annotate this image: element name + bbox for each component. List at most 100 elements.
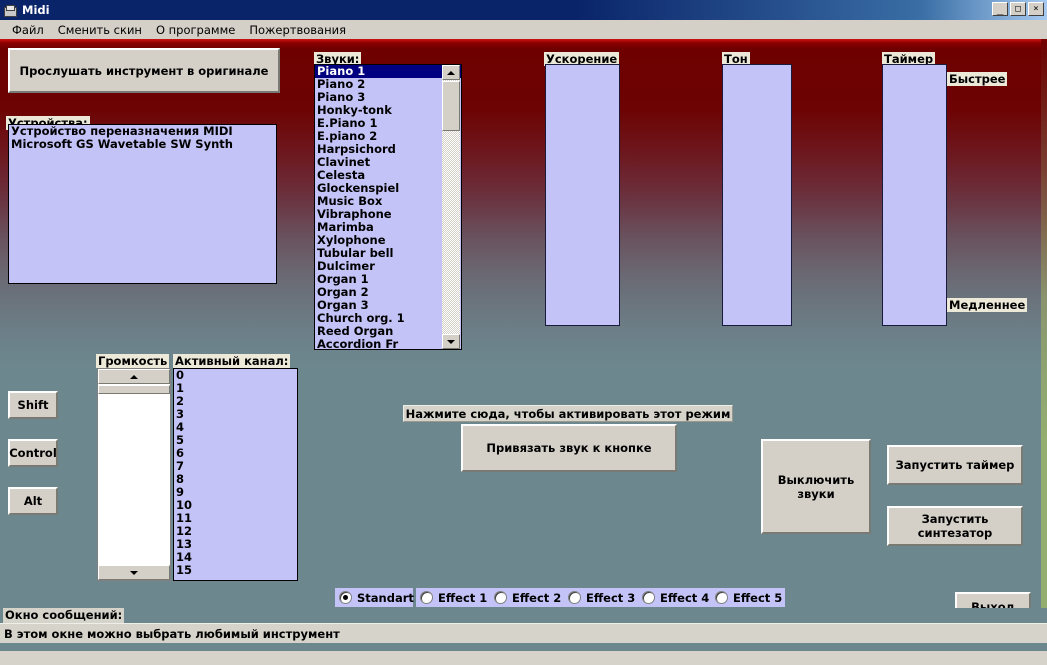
minimize-button[interactable]: _ xyxy=(992,2,1008,16)
mute-sounds-button[interactable]: Выключить звуки xyxy=(761,439,871,534)
list-item[interactable]: Xylophone xyxy=(315,234,461,247)
list-item[interactable]: Marimba xyxy=(315,221,461,234)
devices-listbox[interactable]: Устройство переназначения MIDI Microsoft… xyxy=(8,124,277,284)
channels-listbox[interactable]: 0 1 2 3 4 5 6 7 8 9 10 11 12 13 14 15 xyxy=(173,368,298,581)
list-item[interactable]: Organ 1 xyxy=(315,273,461,286)
list-item[interactable]: 1 xyxy=(174,382,297,395)
tone-slider[interactable] xyxy=(722,64,792,326)
radio-label: Effect 2 xyxy=(512,590,562,605)
radio-dot-icon xyxy=(642,591,655,604)
start-synth-button[interactable]: Запустить синтезатор xyxy=(887,506,1023,546)
preview-original-button[interactable]: Прослушать инструмент в оригинале xyxy=(8,48,280,93)
list-item[interactable]: 6 xyxy=(174,447,297,460)
list-item[interactable]: Church org. 1 xyxy=(315,312,461,325)
list-item-sound-selected[interactable]: Piano 1 xyxy=(315,65,461,78)
menu-item-donations[interactable]: Пожертвования xyxy=(242,21,353,39)
radio-effect-3[interactable]: Effect 3 xyxy=(564,588,638,607)
list-item[interactable]: Clavinet xyxy=(315,156,461,169)
volume-up-button[interactable] xyxy=(98,369,170,384)
triangle-up-icon xyxy=(130,374,138,379)
list-item[interactable]: Reed Organ xyxy=(315,325,461,338)
list-item[interactable]: Celesta xyxy=(315,169,461,182)
list-item[interactable]: 5 xyxy=(174,434,297,447)
close-icon: × xyxy=(1033,3,1039,14)
timer-faster-label: Быстрее xyxy=(947,72,1008,86)
volume-down-button[interactable] xyxy=(98,565,170,580)
alt-button[interactable]: Alt xyxy=(8,487,58,515)
menu-item-file[interactable]: Файл xyxy=(5,21,51,39)
radio-effect-1[interactable]: Effect 1 xyxy=(416,588,490,607)
volume-caption: Громкость xyxy=(96,354,170,368)
volume-thumb[interactable] xyxy=(98,385,170,394)
list-item[interactable]: Piano 3 xyxy=(315,91,461,104)
app-icon xyxy=(3,4,18,17)
channels-caption: Активный канал: xyxy=(173,354,291,368)
list-item[interactable]: Organ 3 xyxy=(315,299,461,312)
list-item[interactable]: Tubular bell xyxy=(315,247,461,260)
list-item[interactable]: Glockenspiel xyxy=(315,182,461,195)
list-item[interactable]: Harpsichord xyxy=(315,143,461,156)
list-item[interactable]: 7 xyxy=(174,460,297,473)
list-item[interactable]: 4 xyxy=(174,421,297,434)
sounds-scrollbar[interactable] xyxy=(442,65,460,349)
list-item[interactable]: Honky-tonk xyxy=(315,104,461,117)
list-item[interactable]: 9 xyxy=(174,486,297,499)
maximize-button[interactable]: □ xyxy=(1010,2,1026,16)
bind-mode-hint[interactable]: Нажмите сюда, чтобы активировать этот ре… xyxy=(403,405,733,422)
control-button[interactable]: Control xyxy=(8,439,58,467)
list-item[interactable]: 13 xyxy=(174,538,297,551)
window-controls: _ □ × xyxy=(992,2,1044,16)
list-item[interactable]: Organ 2 xyxy=(315,286,461,299)
list-item[interactable]: 2 xyxy=(174,395,297,408)
status-message: В этом окне можно выбрать любимый инстру… xyxy=(4,626,340,641)
close-button[interactable]: × xyxy=(1028,2,1044,16)
list-item[interactable]: 14 xyxy=(174,551,297,564)
list-item[interactable]: Accordion Fr xyxy=(315,338,461,349)
triangle-down-icon xyxy=(130,570,138,575)
radio-label: Standart xyxy=(357,590,414,605)
list-item[interactable]: 10 xyxy=(174,499,297,512)
radio-effect-5[interactable]: Effect 5 xyxy=(711,588,785,607)
scroll-down-button[interactable] xyxy=(442,334,460,349)
sounds-listbox[interactable]: Piano 1 Piano 2 Piano 3 Honky-tonk E.Pia… xyxy=(314,64,462,350)
radio-dot-icon xyxy=(568,591,581,604)
list-item[interactable]: E.Piano 1 xyxy=(315,117,461,130)
list-item[interactable]: 11 xyxy=(174,512,297,525)
minimize-icon: _ xyxy=(996,2,1004,15)
volume-scrollbar[interactable] xyxy=(97,368,171,581)
list-item[interactable]: 12 xyxy=(174,525,297,538)
acceleration-slider[interactable] xyxy=(545,64,620,326)
list-item[interactable]: Microsoft GS Wavetable SW Synth xyxy=(9,138,276,151)
list-item[interactable]: 0 xyxy=(174,369,297,382)
list-item[interactable]: 15 xyxy=(174,564,297,577)
list-item[interactable]: 8 xyxy=(174,473,297,486)
radio-effect-4[interactable]: Effect 4 xyxy=(638,588,712,607)
timer-slower-label: Медленнее xyxy=(947,298,1028,312)
list-item[interactable]: 3 xyxy=(174,408,297,421)
scroll-thumb[interactable] xyxy=(442,81,460,131)
message-window-caption: Окно сообщений: xyxy=(3,608,125,623)
application-window: Midi _ □ × Файл Сменить скин О программе… xyxy=(0,0,1047,665)
shift-button[interactable]: Shift xyxy=(8,391,58,419)
triangle-down-icon xyxy=(447,339,455,344)
timer-slider[interactable] xyxy=(882,64,947,326)
list-item[interactable]: Music Box xyxy=(315,195,461,208)
radio-standart[interactable]: Standart xyxy=(335,588,414,607)
menu-item-change-skin[interactable]: Сменить скин xyxy=(51,21,149,39)
menu-bar: Файл Сменить скин О программе Пожертвова… xyxy=(0,20,1047,39)
menu-item-about[interactable]: О программе xyxy=(149,21,242,39)
start-timer-button[interactable]: Запустить таймер xyxy=(887,445,1023,485)
list-item[interactable]: Vibraphone xyxy=(315,208,461,221)
list-item[interactable]: E.piano 2 xyxy=(315,130,461,143)
radio-effect-2[interactable]: Effect 2 xyxy=(490,588,564,607)
list-item[interactable]: Устройство переназначения MIDI xyxy=(9,125,276,138)
radio-dot-icon xyxy=(494,591,507,604)
radio-dot-icon xyxy=(715,591,728,604)
list-item[interactable]: Piano 2 xyxy=(315,78,461,91)
radio-dot-icon xyxy=(339,591,352,604)
bind-sound-to-key-button[interactable]: Привязать звук к кнопке xyxy=(461,424,677,472)
title-bar: Midi _ □ × xyxy=(0,0,1047,20)
scroll-up-button[interactable] xyxy=(442,65,460,80)
radio-dot-icon xyxy=(420,591,433,604)
list-item[interactable]: Dulcimer xyxy=(315,260,461,273)
